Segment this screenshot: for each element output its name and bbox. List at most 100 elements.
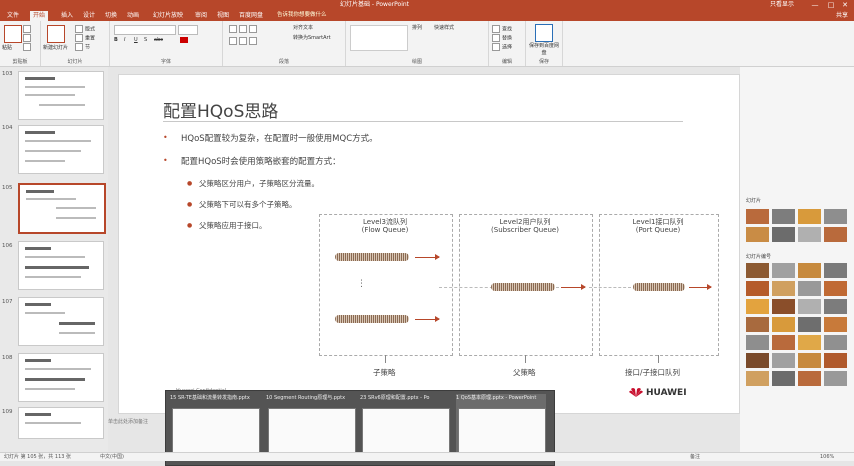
save-to-baidu-button[interactable]: 保存到百度网盘 (527, 43, 561, 57)
design-tile[interactable] (772, 227, 795, 242)
tell-me-search[interactable]: 告诉我你想要做什么 (277, 11, 367, 20)
sub-bullet-1[interactable]: 父策略区分用户，子策略区分流量。 (199, 178, 319, 189)
design-tile[interactable] (746, 353, 769, 368)
arrange-button[interactable]: 排列 (412, 25, 422, 32)
window-preview-4[interactable]: 1 QoS基本原理.pptx - PowerPoint (456, 394, 546, 458)
sub-bullet-3[interactable]: 父策略应用于接口。 (199, 220, 267, 231)
design-tile[interactable] (772, 209, 795, 224)
design-tile[interactable] (798, 281, 821, 296)
shapes-gallery[interactable] (350, 25, 408, 51)
slide-thumbnail-103[interactable] (18, 71, 104, 120)
slide-thumbnail-106[interactable] (18, 241, 104, 290)
font-color-icon[interactable] (180, 37, 188, 43)
paste-icon[interactable] (4, 25, 22, 43)
slide-thumbnail-108[interactable] (18, 353, 104, 402)
design-tile[interactable] (772, 371, 795, 386)
window-preview-3[interactable]: 23 SRv6原理和配置.pptx - Po (360, 394, 450, 458)
tab-animations[interactable]: 动画 (124, 11, 142, 21)
find-button[interactable]: 查找 (492, 25, 512, 34)
convert-smartart-button[interactable]: 转换为SmartArt (293, 35, 331, 42)
cloud-icon[interactable] (535, 24, 553, 42)
design-tile[interactable] (746, 335, 769, 350)
bullet-1[interactable]: HQoS配置较为复杂，在配置时一般使用MQC方式。 (181, 132, 378, 144)
slide-thumbnail-pane[interactable]: 103 104 105 106 107 108 109 (0, 67, 108, 452)
share-button[interactable]: 共享 (836, 11, 848, 20)
design-tile[interactable] (798, 371, 821, 386)
design-tile[interactable] (824, 209, 847, 224)
window-preview-2[interactable]: 10 Segment Routing原理与.pptx (266, 394, 356, 458)
slide-thumbnail-107[interactable] (18, 297, 104, 346)
design-tile[interactable] (824, 299, 847, 314)
design-tile[interactable] (798, 227, 821, 242)
paste-button[interactable]: 粘贴 (2, 45, 12, 52)
tab-file[interactable]: 文件 (4, 11, 22, 21)
italic-button[interactable]: I (124, 37, 125, 44)
tab-view[interactable]: 视图 (214, 11, 232, 21)
new-slide-button[interactable]: 新建幻灯片 (43, 45, 68, 52)
design-tile[interactable] (824, 263, 847, 278)
tab-baidu-netdisk[interactable]: 百度网盘 (236, 11, 266, 21)
account-name[interactable]: 只看显示 (770, 0, 794, 10)
font-family-select[interactable] (114, 25, 176, 35)
window-preview-1[interactable]: 15 SR-TE基础和流量转发指南.pptx (170, 394, 260, 458)
design-tile[interactable] (798, 353, 821, 368)
notes-pane[interactable]: 单击此处添加备注 (108, 418, 166, 442)
design-tile[interactable] (824, 371, 847, 386)
design-tile[interactable] (824, 317, 847, 332)
design-tile[interactable] (798, 209, 821, 224)
strikethrough-button[interactable]: abc (154, 37, 163, 44)
new-slide-icon[interactable] (47, 25, 65, 43)
design-tile[interactable] (772, 335, 795, 350)
format-painter-button[interactable] (23, 43, 33, 52)
bullets-icon[interactable] (229, 25, 259, 34)
design-tile[interactable] (772, 263, 795, 278)
design-tile[interactable] (824, 227, 847, 242)
bullet-2[interactable]: 配置HQoS时会使用策略嵌套的配置方式： (181, 155, 341, 167)
design-tile[interactable] (746, 299, 769, 314)
design-tile[interactable] (798, 317, 821, 332)
replace-button[interactable]: 替换 (492, 34, 512, 43)
sub-bullet-2[interactable]: 父策略下可以有多个子策略。 (199, 199, 297, 210)
design-tile[interactable] (746, 317, 769, 332)
align-text-button[interactable]: 对齐文本 (293, 25, 313, 32)
slide-canvas[interactable]: 配置HQoS思路 • HQoS配置较为复杂，在配置时一般使用MQC方式。 • 配… (118, 74, 740, 414)
copy-button[interactable] (23, 34, 33, 43)
bold-button[interactable]: B (114, 37, 118, 44)
slide-thumbnail-105[interactable] (18, 183, 106, 234)
align-icons[interactable] (229, 37, 259, 46)
design-tile[interactable] (824, 335, 847, 350)
design-tile[interactable] (824, 281, 847, 296)
design-tile[interactable] (772, 281, 795, 296)
cut-button[interactable] (23, 25, 33, 34)
slide-title[interactable]: 配置HQoS思路 (163, 97, 278, 122)
design-tile[interactable] (798, 299, 821, 314)
layout-button[interactable]: 版式 (75, 25, 95, 34)
tab-slideshow[interactable]: 幻灯片放映 (150, 11, 186, 21)
tab-review[interactable]: 审阅 (192, 11, 210, 21)
design-tile[interactable] (746, 371, 769, 386)
font-size-select[interactable] (178, 25, 198, 35)
design-tile[interactable] (746, 263, 769, 278)
slide-thumbnail-104[interactable] (18, 125, 104, 174)
flow-queue-box[interactable] (319, 214, 453, 356)
design-tile[interactable] (746, 281, 769, 296)
minimize-button[interactable]: — (808, 0, 822, 10)
select-button[interactable]: 选择 (492, 43, 512, 52)
design-tile[interactable] (798, 263, 821, 278)
underline-button[interactable]: U (134, 37, 138, 44)
quick-styles-button[interactable]: 快速样式 (434, 25, 454, 32)
design-tile[interactable] (772, 353, 795, 368)
design-tile[interactable] (772, 299, 795, 314)
design-tile[interactable] (772, 317, 795, 332)
close-button[interactable]: ✕ (838, 0, 852, 10)
slide-thumbnail-109[interactable] (18, 407, 104, 439)
tab-home[interactable]: 开始 (30, 11, 49, 21)
maximize-button[interactable]: □ (824, 0, 838, 10)
tab-transitions[interactable]: 切换 (102, 11, 120, 21)
design-tile[interactable] (746, 227, 769, 242)
design-tile[interactable] (798, 335, 821, 350)
shadow-button[interactable]: S (144, 37, 147, 44)
section-button[interactable]: 节 (75, 43, 90, 52)
tab-design[interactable]: 设计 (80, 11, 98, 21)
tab-insert[interactable]: 插入 (58, 11, 76, 21)
